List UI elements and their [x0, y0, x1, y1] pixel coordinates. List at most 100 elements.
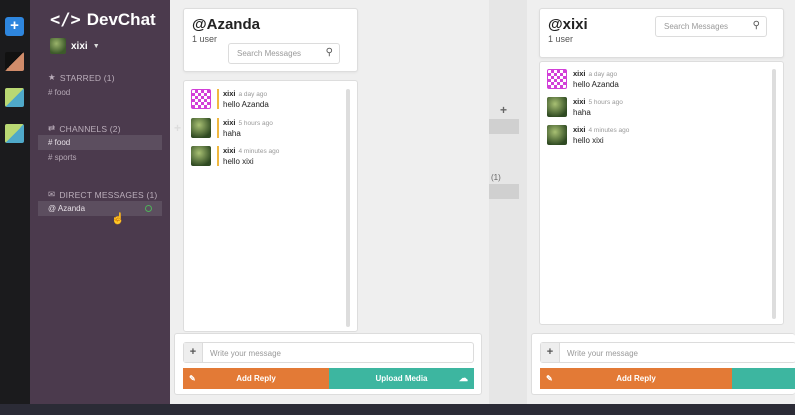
- channels-header: ⇄ CHANNELS (2) +: [48, 121, 188, 135]
- message-text: hello Azanda: [573, 80, 619, 89]
- sidebar: </> DevChat xixi ▼ ★ STARRED (1) # food …: [30, 0, 181, 415]
- avatar: [191, 118, 211, 138]
- dm-header: ✉ DIRECT MESSAGES (1): [48, 189, 157, 200]
- channel-header: @Azanda 1 user Search Messages ⚲: [183, 8, 358, 72]
- brand: </> DevChat: [50, 10, 156, 30]
- mouse-pointer-icon: ☝: [111, 213, 125, 225]
- add-workspace-button[interactable]: +: [5, 17, 24, 36]
- right-message-list[interactable]: xixi a day ago hello Azanda xixi 5 hours a…: [539, 61, 784, 325]
- message-time: 5 hours ago: [588, 99, 623, 106]
- ghost-item: [489, 184, 519, 199]
- workspace-icon[interactable]: [5, 88, 24, 107]
- message: xixi a day ago hello Azanda: [191, 89, 269, 109]
- message-text: haha: [573, 108, 591, 117]
- sidebar-item-channel-sports[interactable]: # sports: [38, 150, 162, 165]
- right-upload-media-button[interactable]: [732, 368, 795, 389]
- sidebar-item-starred-food[interactable]: # food: [38, 85, 162, 100]
- add-reply-label: Add Reply: [236, 374, 276, 383]
- ghost-plus: +: [500, 103, 508, 117]
- search-input[interactable]: Search Messages ⚲: [228, 43, 340, 64]
- dm-header-label: DIRECT MESSAGES (1): [59, 189, 158, 200]
- right-page-title: @xixi: [548, 16, 588, 33]
- add-channel-button[interactable]: +: [174, 121, 181, 135]
- user-name: xixi: [71, 40, 88, 52]
- message: xixi 4 minutes ago hello xixi: [547, 125, 629, 145]
- star-icon: ★: [48, 72, 56, 82]
- message-time: 5 hours ago: [238, 120, 273, 127]
- avatar: [191, 89, 211, 109]
- user-menu[interactable]: xixi ▼: [50, 38, 100, 54]
- message-author: xixi: [573, 69, 586, 78]
- message-text: hello Azanda: [223, 100, 269, 109]
- message-list[interactable]: xixi a day ago hello Azanda xixi 5 hours a…: [183, 80, 358, 332]
- message-author: xixi: [223, 118, 236, 127]
- workspace-icon[interactable]: [5, 124, 24, 143]
- message-text: hello xixi: [223, 157, 254, 166]
- plus-icon[interactable]: +: [184, 343, 203, 362]
- right-add-reply-label: Add Reply: [616, 374, 656, 383]
- message-time: a day ago: [238, 91, 268, 98]
- brand-name: DevChat: [86, 10, 156, 29]
- ghost-sidebar-strip: + (1): [489, 0, 527, 404]
- dm-label: @ Azanda: [48, 204, 86, 213]
- message-time: 4 minutes ago: [238, 148, 280, 155]
- right-compose-area: + Write your message ✎ Add Reply: [531, 333, 795, 395]
- starred-header-label: STARRED (1): [59, 72, 115, 83]
- avatar: [50, 38, 66, 54]
- code-icon: </>: [50, 10, 81, 30]
- message-author: xixi: [573, 125, 586, 134]
- message-text: haha: [223, 129, 241, 138]
- starred-header: ★ STARRED (1): [48, 72, 115, 83]
- avatar: [547, 97, 567, 117]
- user-count: 1 user: [192, 34, 218, 44]
- message: xixi 5 hours ago haha: [191, 118, 273, 138]
- message: xixi 4 minutes ago hello xixi: [191, 146, 279, 166]
- message: xixi 5 hours ago haha: [547, 97, 623, 117]
- plus-icon[interactable]: +: [541, 343, 560, 362]
- online-status-icon: [145, 205, 152, 212]
- workspace-rail: +: [0, 0, 30, 415]
- message-author: xixi: [223, 146, 236, 155]
- message-time: 4 minutes ago: [588, 127, 630, 134]
- message-placeholder: Write your message: [210, 349, 281, 358]
- right-message-placeholder: Write your message: [567, 349, 638, 358]
- cloud-upload-icon: ☁: [459, 373, 468, 383]
- search-placeholder: Search Messages: [237, 49, 302, 58]
- right-user-count: 1 user: [548, 34, 574, 44]
- scrollbar[interactable]: [346, 89, 350, 327]
- edit-icon: ✎: [189, 374, 196, 383]
- sidebar-item-dm-azanda[interactable]: @ Azanda: [38, 201, 162, 216]
- right-add-reply-button[interactable]: ✎ Add Reply: [540, 368, 732, 389]
- message-author: xixi: [573, 97, 586, 106]
- right-message-input[interactable]: + Write your message: [540, 342, 795, 363]
- channels-header-label: CHANNELS (2): [59, 123, 121, 134]
- avatar: [547, 69, 567, 89]
- message: xixi a day ago hello Azanda: [547, 69, 619, 89]
- sidebar-item-channel-food[interactable]: # food: [38, 135, 162, 150]
- page-title: @Azanda: [192, 16, 260, 33]
- search-icon[interactable]: ⚲: [326, 47, 333, 58]
- exchange-icon: ⇄: [48, 123, 56, 133]
- message-input[interactable]: + Write your message: [183, 342, 474, 363]
- right-channel-header: @xixi 1 user Search Messages ⚲: [539, 8, 784, 58]
- ghost-count: (1): [491, 173, 501, 182]
- taskbar: [0, 404, 795, 415]
- workspace-icon[interactable]: [5, 52, 24, 71]
- right-search-placeholder: Search Messages: [664, 22, 729, 31]
- ghost-item: [489, 119, 519, 134]
- scrollbar[interactable]: [772, 69, 776, 319]
- upload-media-label: Upload Media: [375, 374, 428, 383]
- message-time: a day ago: [588, 71, 618, 78]
- message-author: xixi: [223, 89, 236, 98]
- compose-area: + Write your message ✎ Add Reply Upload …: [174, 333, 482, 395]
- chevron-down-icon: ▼: [92, 42, 100, 50]
- right-search-input[interactable]: Search Messages ⚲: [655, 16, 767, 37]
- message-text: hello xixi: [573, 136, 604, 145]
- search-icon[interactable]: ⚲: [753, 20, 760, 31]
- avatar: [547, 125, 567, 145]
- envelope-icon: ✉: [48, 189, 56, 199]
- upload-media-button[interactable]: Upload Media ☁: [329, 368, 474, 389]
- add-reply-button[interactable]: ✎ Add Reply: [183, 368, 329, 389]
- edit-icon: ✎: [546, 374, 553, 383]
- avatar: [191, 146, 211, 166]
